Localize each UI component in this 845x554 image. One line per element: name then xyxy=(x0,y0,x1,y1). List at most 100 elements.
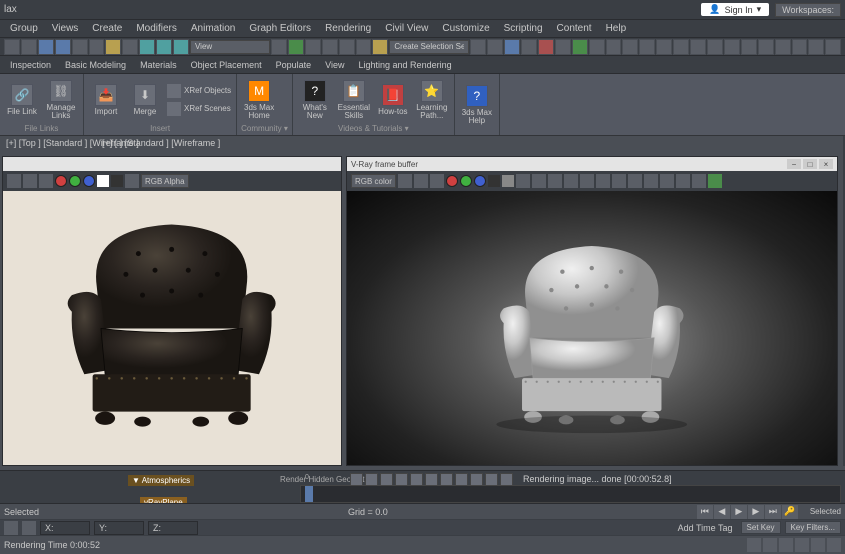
qat-tool-1-icon[interactable] xyxy=(589,39,605,55)
vfb-tool-1-icon[interactable] xyxy=(516,174,530,188)
rgb-alpha-dropdown[interactable]: RGB Alpha xyxy=(141,174,189,188)
qat-curve-editor-icon[interactable] xyxy=(487,39,503,55)
vfb-alpha-icon[interactable] xyxy=(488,175,500,187)
merge-button[interactable]: ⬇ Merge xyxy=(127,76,163,123)
play-icon[interactable]: ▶ xyxy=(731,505,747,519)
qat-select-region-icon[interactable] xyxy=(105,39,121,55)
red-channel-icon[interactable] xyxy=(55,175,67,187)
key-mode-icon[interactable]: 🔑 xyxy=(782,505,798,519)
zoom-icon[interactable] xyxy=(763,538,777,552)
rgb-color-dropdown[interactable]: RGB color xyxy=(351,174,396,188)
vfb-history-icon[interactable] xyxy=(644,174,658,188)
pan-icon[interactable] xyxy=(747,538,761,552)
qat-render-icon[interactable] xyxy=(572,39,588,55)
next-frame-icon[interactable]: ▶ xyxy=(748,505,764,519)
menu-views[interactable]: Views xyxy=(46,21,85,36)
menu-group[interactable]: Group xyxy=(4,21,44,36)
lock-selection-icon[interactable] xyxy=(22,521,36,535)
selection-set-dropdown[interactable] xyxy=(389,40,469,54)
vfb-stat-3-icon[interactable] xyxy=(380,473,393,486)
qat-tool-15-icon[interactable] xyxy=(825,39,841,55)
vfb-stat-1-icon[interactable] xyxy=(350,473,363,486)
how-tos-button[interactable]: 📕 How-tos xyxy=(375,76,411,123)
save-icon[interactable] xyxy=(7,174,21,188)
qat-schematic-icon[interactable] xyxy=(504,39,520,55)
manage-links-button[interactable]: ⛓ Manage Links xyxy=(43,76,79,123)
qat-redo-icon[interactable] xyxy=(21,39,37,55)
vfb-clear-icon[interactable] xyxy=(430,174,444,188)
qat-named-selection-icon[interactable] xyxy=(372,39,388,55)
qat-tool-7-icon[interactable] xyxy=(690,39,706,55)
xref-objects-button[interactable]: XRef Objects xyxy=(166,83,232,99)
qat-angle-snap-icon[interactable] xyxy=(322,39,338,55)
timeline-cursor[interactable] xyxy=(305,486,313,502)
import-button[interactable]: 📥 Import xyxy=(88,76,124,123)
file-link-button[interactable]: 🔗 File Link xyxy=(4,76,40,123)
goto-end-icon[interactable]: ⏭ xyxy=(765,505,781,519)
qat-tool-13-icon[interactable] xyxy=(792,39,808,55)
prev-frame-icon[interactable]: ◀ xyxy=(714,505,730,519)
menu-civil-view[interactable]: Civil View xyxy=(379,21,434,36)
render-image-canvas[interactable] xyxy=(347,191,837,465)
3dsmax-help-button[interactable]: ? 3ds Max Help xyxy=(459,76,495,133)
vfb-region-icon[interactable] xyxy=(612,174,626,188)
vfb-stat-6-icon[interactable] xyxy=(425,473,438,486)
x-coord-field[interactable]: X: xyxy=(40,521,90,535)
qat-view-dropdown[interactable] xyxy=(190,40,270,54)
render-window-title[interactable]: V-Ray frame buffer − □ × xyxy=(347,157,837,171)
menu-help[interactable]: Help xyxy=(600,21,633,36)
qat-tool-11-icon[interactable] xyxy=(758,39,774,55)
set-key-button[interactable]: Set Key xyxy=(741,521,781,534)
menu-scripting[interactable]: Scripting xyxy=(498,21,549,36)
track-atmospherics-label[interactable]: ▼ Atmospherics xyxy=(128,475,194,486)
vfb-red-icon[interactable] xyxy=(446,175,458,187)
xref-scenes-button[interactable]: XRef Scenes xyxy=(166,101,232,117)
z-coord-field[interactable]: Z: xyxy=(148,521,198,535)
qat-mirror-icon[interactable] xyxy=(305,39,321,55)
vfb-tool-3-icon[interactable] xyxy=(548,174,562,188)
qat-tool-2-icon[interactable] xyxy=(606,39,622,55)
qat-layer-icon[interactable] xyxy=(470,39,486,55)
vfb-stamp-icon[interactable] xyxy=(692,174,706,188)
viewport-label-2[interactable]: [+] [ ] [Standard ] [Wireframe ] xyxy=(102,138,220,148)
qat-link-icon[interactable] xyxy=(38,39,54,55)
copy-icon[interactable] xyxy=(23,174,37,188)
vfb-stat-2-icon[interactable] xyxy=(365,473,378,486)
orbit-icon[interactable] xyxy=(811,538,825,552)
y-coord-field[interactable]: Y: xyxy=(94,521,144,535)
menu-modifiers[interactable]: Modifiers xyxy=(130,21,183,36)
minimize-icon[interactable]: − xyxy=(787,159,801,169)
ribbon-tab-view[interactable]: View xyxy=(319,58,350,72)
vfb-stat-5-icon[interactable] xyxy=(410,473,423,486)
reference-image-window[interactable]: RGB Alpha xyxy=(2,156,342,466)
qat-tool-8-icon[interactable] xyxy=(707,39,723,55)
sign-in-button[interactable]: 👤 Sign In ▾ xyxy=(701,3,769,16)
blue-channel-icon[interactable] xyxy=(83,175,95,187)
qat-material-editor-icon[interactable] xyxy=(521,39,537,55)
ribbon-tab-lighting-rendering[interactable]: Lighting and Rendering xyxy=(353,58,458,72)
reference-image-canvas[interactable] xyxy=(3,191,341,465)
zoom-extents-icon[interactable] xyxy=(779,538,793,552)
clear-icon[interactable] xyxy=(125,174,139,188)
essential-skills-button[interactable]: 📋 Essential Skills xyxy=(336,76,372,123)
vfb-load-icon[interactable] xyxy=(414,174,428,188)
menu-content[interactable]: Content xyxy=(551,21,598,36)
qat-tool-10-icon[interactable] xyxy=(741,39,757,55)
vfb-track-mouse-icon[interactable] xyxy=(628,174,642,188)
qat-scale-icon[interactable] xyxy=(173,39,189,55)
vfb-stat-7-icon[interactable] xyxy=(440,473,453,486)
ribbon-tab-object-placement[interactable]: Object Placement xyxy=(185,58,268,72)
add-time-tag-button[interactable]: Add Time Tag xyxy=(678,523,733,533)
3dsmax-home-button[interactable]: M 3ds Max Home xyxy=(241,76,277,123)
vfb-stat-4-icon[interactable] xyxy=(395,473,408,486)
render-frame-window[interactable]: V-Ray frame buffer − □ × RGB color xyxy=(346,156,838,466)
workspaces-dropdown[interactable]: Workspaces: xyxy=(775,3,841,17)
clone-icon[interactable] xyxy=(39,174,53,188)
qat-rotate-icon[interactable] xyxy=(156,39,172,55)
qat-align-icon[interactable] xyxy=(288,39,304,55)
mono-channel-icon[interactable] xyxy=(111,175,123,187)
vfb-lens-icon[interactable] xyxy=(676,174,690,188)
qat-snap-icon[interactable] xyxy=(271,39,287,55)
qat-render-frame-icon[interactable] xyxy=(555,39,571,55)
qat-tool-4-icon[interactable] xyxy=(639,39,655,55)
